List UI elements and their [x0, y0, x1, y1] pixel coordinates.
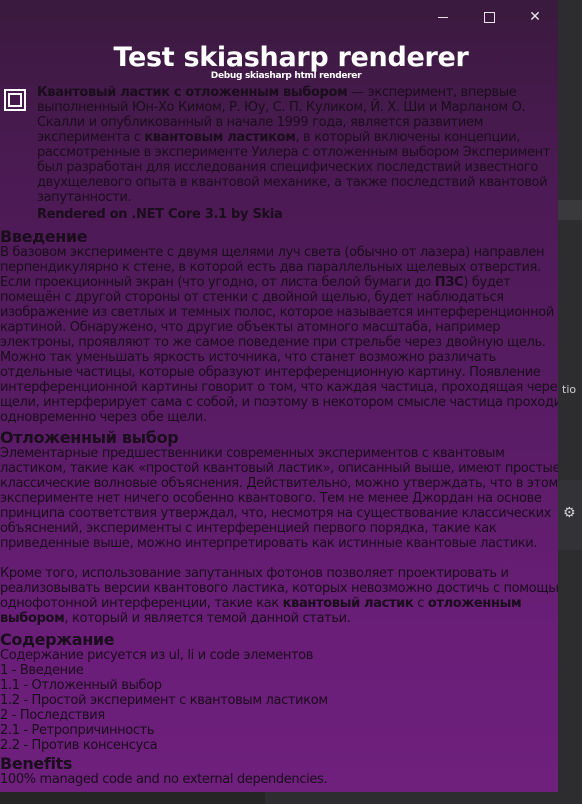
- contents-intro: Содержание рисуется из ul, li и code эле…: [0, 648, 314, 663]
- minimize-icon: [438, 16, 448, 18]
- toc-item: 1.2 - Простой эксперимент с квантовым ла…: [0, 693, 328, 708]
- section-heading: Содержание: [0, 630, 115, 649]
- checkbox-inner: [8, 93, 22, 107]
- section-heading: Введение: [0, 227, 88, 246]
- rendered-on-label: Rendered on .NET Core 3.1 by Skia: [37, 207, 283, 222]
- toc-item: 2 - Последствия: [0, 708, 105, 723]
- section-benefits: Benefits 100% managed code and no extern…: [0, 754, 558, 788]
- section-paragraph: В базовом эксперименте с двумя щелями лу…: [0, 245, 558, 425]
- section-bold-term: квантовый ластик: [282, 596, 414, 611]
- app-window: ✕ Test skiasharp renderer Debug skiashar…: [0, 0, 558, 792]
- ide-status-bar: [265, 792, 582, 804]
- section-paragraph: 100% managed code and no external depend…: [0, 772, 328, 787]
- close-button[interactable]: ✕: [512, 0, 558, 34]
- ide-side-panel: [556, 0, 582, 804]
- section-text: , который и является темой данной статьи…: [64, 611, 351, 626]
- section-heading: Benefits: [0, 754, 73, 773]
- toc-item: 1.1 - Отложенный выбор: [0, 678, 162, 693]
- section-delayed-choice: Отложенный выбор Элементарные предшестве…: [0, 428, 558, 627]
- section-contents: Содержание Содержание рисуется из ul, li…: [0, 630, 558, 754]
- toc-item: 2.2 - Против консенсуса: [0, 738, 158, 753]
- minimize-button[interactable]: [420, 0, 466, 34]
- section-text: ) будет помещён с другой стороны от стен…: [0, 275, 558, 425]
- section-heading: Отложенный выбор: [0, 428, 179, 447]
- ide-text-fragment: tio: [562, 383, 577, 396]
- intro-bold-term: Квантовый ластик с отложенным выбором: [37, 85, 348, 100]
- title-bar: ✕: [0, 0, 558, 34]
- section-paragraph: Элементарные предшественники современных…: [0, 446, 558, 551]
- section-bold-term: ПЗС: [434, 275, 464, 290]
- section-text: с: [413, 596, 428, 611]
- toc-item: 2.1 - Ретропричинность: [0, 723, 155, 738]
- close-icon: ✕: [529, 9, 541, 25]
- intro-paragraph: Квантовый ластик с отложенным выбором — …: [37, 85, 558, 205]
- intro-bold-term-2: квантовым ластиком: [144, 130, 296, 145]
- gear-icon[interactable]: ⚙: [563, 505, 576, 521]
- maximize-button[interactable]: [466, 0, 512, 34]
- ide-panel-header: [556, 200, 582, 220]
- page-subtitle: Debug skiasharp html renderer: [210, 71, 362, 81]
- checkbox[interactable]: [4, 89, 26, 111]
- page-title: Test skiasharp renderer: [113, 42, 469, 73]
- section-paragraph: Кроме того, использование запутанных фот…: [0, 566, 558, 626]
- maximize-icon: [483, 11, 495, 23]
- toc-item: 1 - Введение: [0, 663, 84, 678]
- section-introduction: Введение В базовом эксперименте с двумя …: [0, 227, 558, 426]
